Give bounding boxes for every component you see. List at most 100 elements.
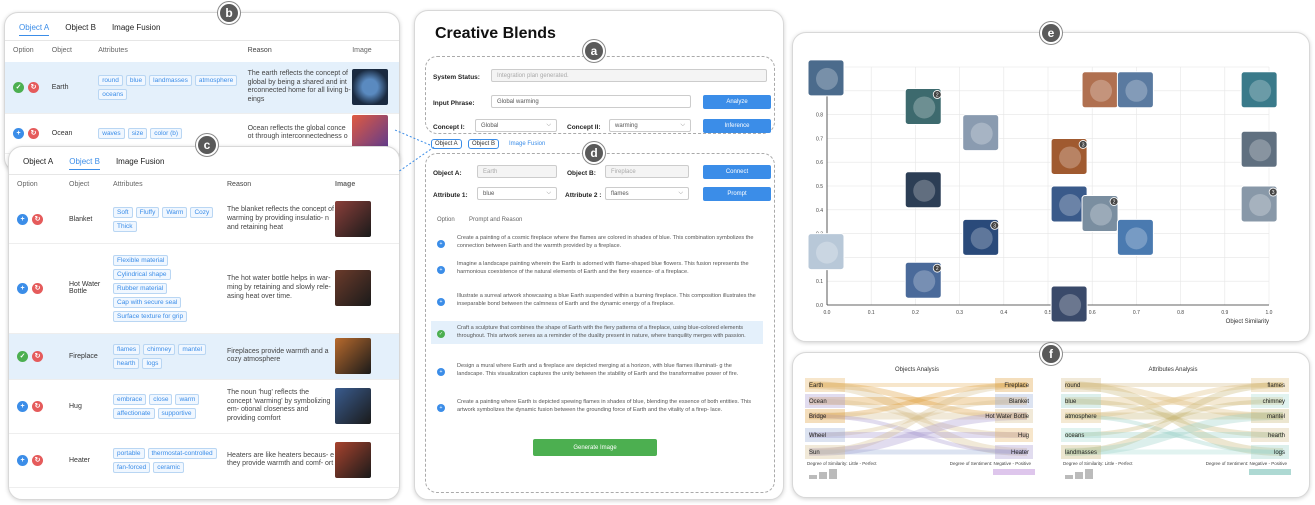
similarity-legend-bar: [1085, 469, 1093, 479]
regenerate-icon[interactable]: ↻: [32, 213, 43, 225]
attribute-tag[interactable]: Flexible material: [113, 254, 169, 266]
prompt-item[interactable]: + Create a painting where Earth is depict…: [431, 395, 763, 418]
attribute-tag[interactable]: Thick: [113, 220, 137, 232]
table-row[interactable]: + ↻ Blanket Soft Fluffy Warm Cozy Thick The blan…: [9, 196, 399, 244]
add-icon[interactable]: +: [17, 454, 28, 466]
x-axis-label: Object Similarity: [1226, 319, 1269, 325]
regenerate-icon[interactable]: ↻: [32, 454, 43, 466]
phrase-input[interactable]: Global warming: [491, 95, 691, 108]
attribute-tag[interactable]: Fluffy: [135, 206, 160, 218]
attribute-tag[interactable]: mantel: [178, 343, 206, 355]
earth-image[interactable]: [352, 69, 389, 106]
attribute-tag[interactable]: embrace: [113, 393, 147, 405]
object-image[interactable]: [335, 338, 371, 375]
tab-object-a[interactable]: Object A: [23, 157, 53, 170]
attribute-tag[interactable]: Cap with secure seal: [113, 296, 182, 308]
tab-object-b[interactable]: Object B: [468, 139, 500, 149]
regenerate-icon[interactable]: ↻: [32, 400, 43, 412]
count-badge-text: 3: [1082, 142, 1085, 148]
attribute-tag[interactable]: Rubber material: [113, 282, 168, 294]
attribute-tag[interactable]: Surface texture for grip: [113, 310, 188, 322]
prompt-item[interactable]: + Imagine a landscape painting wherein th…: [431, 257, 763, 280]
generate-image-button[interactable]: Generate Image: [533, 439, 657, 456]
add-icon[interactable]: +: [17, 282, 28, 294]
concept2-select[interactable]: warming: [609, 119, 691, 132]
prompt-item[interactable]: + Design a mural where Earth and a firepl…: [431, 359, 763, 382]
inference-button[interactable]: Inference: [703, 119, 771, 133]
attribute-tag[interactable]: chimney: [143, 343, 176, 355]
attributes-cell: embrace close warm affectionate supportive: [113, 393, 223, 419]
object-image[interactable]: [335, 201, 371, 238]
attribute-tag[interactable]: portable: [113, 447, 145, 459]
attr1-select[interactable]: blue: [477, 187, 557, 200]
attribute-tag[interactable]: waves: [98, 127, 125, 139]
object-image[interactable]: [335, 442, 371, 479]
attribute-tag[interactable]: thermostat-controlled: [147, 447, 217, 459]
add-icon[interactable]: +: [437, 368, 445, 376]
attribute-tag[interactable]: hearth: [113, 357, 140, 369]
regenerate-icon[interactable]: ↻: [32, 350, 43, 362]
table-row[interactable]: ✓ ↻ Fireplace flames chimney mantel hearth logs…: [9, 333, 399, 380]
table-row[interactable]: ✓ ↻ Earth round blue landmasses atmospher…: [5, 61, 399, 114]
attribute-tag[interactable]: Warm: [162, 206, 188, 218]
y-tick-label: 0.6: [816, 160, 823, 166]
prompt-item[interactable]: + Create a painting of a cosmic fireplace…: [431, 231, 763, 254]
sankey-title: Objects Analysis: [895, 367, 939, 373]
attribute-tag[interactable]: blue: [125, 74, 147, 86]
add-icon[interactable]: +: [17, 213, 28, 225]
add-icon[interactable]: +: [437, 240, 445, 248]
regenerate-icon[interactable]: ↻: [28, 81, 39, 93]
attribute-tag[interactable]: affectionate: [113, 407, 155, 419]
attribute-tag[interactable]: oceans: [98, 88, 128, 100]
check-icon[interactable]: ✓: [437, 330, 445, 338]
connect-button[interactable]: Connect: [703, 165, 771, 179]
attribute-tag[interactable]: ceramic: [153, 461, 185, 473]
object-image[interactable]: [335, 270, 371, 307]
concept1-select[interactable]: Global: [475, 119, 557, 132]
tab-object-b[interactable]: Object B: [69, 157, 100, 170]
attribute-tag[interactable]: size: [127, 127, 148, 139]
tab-image-fusion[interactable]: Image Fusion: [116, 157, 164, 170]
analyze-button[interactable]: Analyze: [703, 95, 771, 109]
left-node-label: blue: [1065, 399, 1077, 405]
tab-image-fusion[interactable]: Image Fusion: [112, 23, 160, 36]
add-icon[interactable]: +: [437, 298, 445, 306]
prompt-item[interactable]: ✓ Craft a sculpture that combines the sha…: [431, 321, 763, 345]
add-icon[interactable]: +: [437, 266, 445, 274]
attribute-tag[interactable]: fan-forced: [113, 461, 151, 473]
attribute-tag[interactable]: close: [149, 393, 173, 405]
attribute-tag[interactable]: round: [98, 74, 123, 86]
attribute-tag[interactable]: landmasses: [149, 74, 192, 86]
blend-image-glint: [970, 122, 993, 145]
attr2-select[interactable]: flames: [605, 187, 689, 200]
tab-object-a[interactable]: Object A: [19, 23, 50, 36]
attribute-tag[interactable]: supportive: [157, 407, 196, 419]
attribute-tag[interactable]: Soft: [113, 206, 133, 218]
prompt-item[interactable]: + Illustrate a surreal artwork showcasing…: [431, 289, 763, 312]
regenerate-icon[interactable]: ↻: [28, 127, 39, 139]
check-icon[interactable]: ✓: [17, 350, 28, 362]
table-row[interactable]: + ↻ Heater portable thermostat-controlled fan…: [9, 434, 399, 488]
attribute-tag[interactable]: flames: [113, 343, 141, 355]
add-icon[interactable]: +: [437, 404, 445, 412]
add-icon[interactable]: +: [13, 127, 24, 139]
attribute-tag[interactable]: Cylindrical shape: [113, 268, 171, 280]
table-row[interactable]: + ↻ Hug embrace close warm affectionate support…: [9, 380, 399, 434]
attribute-tag[interactable]: logs: [142, 357, 163, 369]
check-icon[interactable]: ✓: [13, 81, 24, 93]
tab-image-fusion[interactable]: Image Fusion: [509, 141, 545, 147]
attribute-tag[interactable]: color (b): [150, 127, 183, 139]
attribute-tag[interactable]: Cozy: [190, 206, 214, 218]
prompt-button[interactable]: Prompt: [703, 187, 771, 201]
attribute-tag[interactable]: warm: [175, 393, 200, 405]
sentiment-legend: Degree of Sentiment: Negative - Positive: [1206, 461, 1288, 466]
add-icon[interactable]: +: [17, 400, 28, 412]
right-node-label: Fireplace: [1004, 383, 1029, 389]
col-attributes: Attributes: [113, 181, 143, 188]
object-image[interactable]: [335, 388, 371, 425]
tab-object-b[interactable]: Object B: [65, 23, 96, 36]
col-attributes: Attributes: [98, 47, 128, 54]
regenerate-icon[interactable]: ↻: [32, 282, 43, 294]
attribute-tag[interactable]: atmosphere: [194, 74, 238, 86]
table-row[interactable]: + ↻ Hot Water Bottle Flexible material Cylin…: [9, 244, 399, 334]
